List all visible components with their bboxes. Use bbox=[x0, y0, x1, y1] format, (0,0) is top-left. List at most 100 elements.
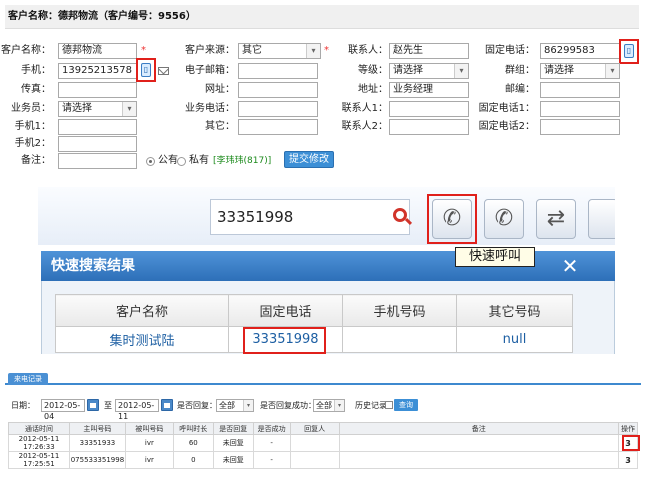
chevron-down-icon: ▾ bbox=[605, 64, 619, 78]
mobile-input[interactable]: 13925213578 bbox=[58, 63, 137, 79]
hold-call-button[interactable]: ✆ bbox=[484, 199, 524, 239]
cell-call-time: 2012-05-11 17:25:51 bbox=[8, 451, 70, 469]
cell-remark bbox=[338, 434, 619, 452]
highlight-box bbox=[243, 327, 326, 354]
label-email: 电子邮箱： bbox=[185, 65, 235, 76]
date-to-input[interactable]: 2012-05-11 bbox=[115, 399, 159, 421]
mobile2-input[interactable] bbox=[58, 136, 137, 152]
label-website: 网址： bbox=[205, 84, 235, 95]
success-value: 全部 bbox=[316, 401, 332, 410]
contact2-input[interactable] bbox=[389, 119, 469, 135]
quick-dial-panel: 33351998 ✆ ✆ ⇄ 快速搜索结果 ✕ 快速呼叫 客户名称 固定电话 手… bbox=[38, 187, 615, 354]
contact1-input[interactable] bbox=[389, 101, 469, 117]
close-icon[interactable]: ✕ bbox=[558, 251, 582, 281]
replied-select[interactable]: 全部 ▾ bbox=[216, 399, 254, 412]
result-other: null bbox=[456, 326, 573, 353]
to-label: 至 bbox=[104, 401, 112, 410]
required-mark: * bbox=[141, 45, 146, 56]
success-select[interactable]: 全部 ▾ bbox=[313, 399, 345, 412]
level-select[interactable]: 请选择 ▾ bbox=[389, 63, 469, 79]
label-fixed-phone1: 固定电话1： bbox=[478, 103, 535, 114]
address-input[interactable]: 业务经理 bbox=[389, 82, 469, 98]
label-zip: 邮编： bbox=[505, 84, 535, 95]
cell-success: - bbox=[252, 434, 291, 452]
label-fixed-phone2: 固定电话2： bbox=[478, 121, 535, 132]
phone-icon[interactable]: ▯ bbox=[624, 44, 634, 58]
radio-private-label: 私有 bbox=[189, 155, 209, 166]
calendar-icon[interactable] bbox=[87, 399, 99, 411]
chevron-down-icon: ▾ bbox=[306, 44, 320, 58]
chevron-down-icon: ▾ bbox=[334, 400, 344, 411]
label-mobile1: 手机1： bbox=[14, 121, 51, 132]
date-from-input[interactable]: 2012-05-04 bbox=[41, 399, 85, 421]
mobile1-input[interactable] bbox=[58, 119, 137, 135]
label-other: 其它： bbox=[205, 121, 235, 132]
cell-replied: 未回复 bbox=[212, 451, 254, 469]
col-call-time: 通话时间 bbox=[8, 422, 70, 435]
call-back-icon[interactable]: 3 bbox=[625, 456, 631, 465]
more-button[interactable] bbox=[588, 199, 615, 239]
query-button[interactable]: 查询 bbox=[394, 399, 418, 411]
col-mobile: 手机号码 bbox=[342, 294, 457, 327]
biz-phone-input[interactable] bbox=[238, 101, 318, 117]
history-checkbox[interactable] bbox=[385, 401, 393, 409]
radio-private[interactable] bbox=[177, 157, 186, 166]
chevron-down-icon: ▾ bbox=[243, 400, 253, 411]
other-input[interactable] bbox=[238, 119, 318, 135]
replied-label: 是否回复： bbox=[177, 401, 217, 410]
cell-caller: 33351933 bbox=[68, 434, 126, 452]
owner-tag: [李玮玮(817)] bbox=[213, 156, 272, 166]
group-select[interactable]: 请选择 ▾ bbox=[540, 63, 620, 79]
salesman-value: 请选择 bbox=[62, 103, 92, 114]
submit-button[interactable]: 提交修改 bbox=[284, 151, 334, 168]
source-select[interactable]: 其它 ▾ bbox=[238, 43, 321, 59]
history-label: 历史记录 bbox=[355, 401, 387, 410]
quick-call-tooltip: 快速呼叫 bbox=[455, 247, 535, 267]
table-row: 2012-05-11 17:26:33 33351933 ivr 60 未回复 … bbox=[8, 434, 639, 452]
contact-input[interactable]: 赵先生 bbox=[389, 43, 469, 59]
calendar-icon[interactable] bbox=[161, 399, 173, 411]
cell-action[interactable]: 3 bbox=[617, 451, 639, 469]
email-input[interactable] bbox=[238, 63, 318, 79]
search-icon[interactable] bbox=[393, 208, 407, 222]
fixed-phone1-input[interactable] bbox=[540, 101, 620, 117]
highlight-box bbox=[622, 435, 640, 451]
cell-replier bbox=[289, 451, 340, 469]
col-other: 其它号码 bbox=[456, 294, 573, 327]
radio-public-label: 公有 bbox=[158, 155, 178, 166]
zip-input[interactable] bbox=[540, 82, 620, 98]
col-replied: 是否回复 bbox=[212, 422, 254, 435]
mail-icon[interactable] bbox=[158, 67, 169, 75]
phone-pause-icon: ✆ bbox=[494, 206, 514, 231]
salesman-select[interactable]: 请选择 ▾ bbox=[58, 101, 137, 117]
cell-call-time: 2012-05-11 17:26:33 bbox=[8, 434, 70, 452]
cell-duration: 0 bbox=[172, 451, 214, 469]
table-row: 2012-05-11 17:25:51 075533351998 ivr 0 未… bbox=[8, 451, 639, 469]
col-remark: 备注 bbox=[338, 422, 619, 435]
label-remark: 备注： bbox=[21, 155, 51, 166]
radio-public[interactable] bbox=[146, 157, 155, 166]
transfer-call-button[interactable]: ⇄ bbox=[536, 199, 576, 239]
customer-name-input[interactable]: 德邦物流 bbox=[58, 43, 137, 59]
transfer-arrows-icon: ⇄ bbox=[546, 206, 566, 231]
result-customer-link[interactable]: 集时测试陆 bbox=[55, 326, 229, 353]
label-fax: 传真： bbox=[21, 84, 51, 95]
success-label: 是否回复成功： bbox=[260, 401, 316, 410]
tab-call-records[interactable]: 来电记录 bbox=[8, 373, 48, 385]
customer-edit-panel: 客户名称：德邦物流（客户编号：9556） 客户名称： 德邦物流 * 客户来源： … bbox=[1, 5, 639, 170]
fixed-phone2-input[interactable] bbox=[540, 119, 620, 135]
group-value: 请选择 bbox=[544, 65, 574, 76]
label-customer-name: 客户名称： bbox=[1, 45, 51, 56]
source-value: 其它 bbox=[242, 45, 262, 56]
date-label: 日期： bbox=[11, 401, 35, 410]
search-input[interactable]: 33351998 bbox=[210, 199, 410, 235]
col-success: 是否成功 bbox=[252, 422, 291, 435]
phone-icon[interactable]: ▯ bbox=[141, 63, 151, 77]
remark-input[interactable] bbox=[58, 153, 137, 169]
website-input[interactable] bbox=[238, 82, 318, 98]
fixed-phone-input[interactable]: 86299583 bbox=[540, 43, 620, 59]
fax-input[interactable] bbox=[58, 82, 137, 98]
col-callee: 被叫号码 bbox=[124, 422, 174, 435]
chevron-down-icon: ▾ bbox=[122, 102, 136, 116]
cell-duration: 60 bbox=[172, 434, 214, 452]
